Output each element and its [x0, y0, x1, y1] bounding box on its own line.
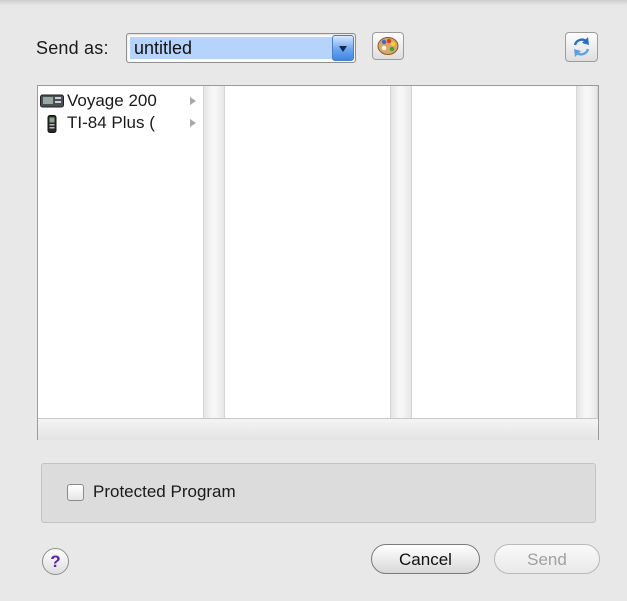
- options-box: Protected Program: [41, 463, 596, 523]
- window-top-edge: [0, 0, 627, 6]
- device-item-voyage-200[interactable]: Voyage 200: [40, 90, 200, 112]
- help-button[interactable]: ?: [42, 548, 69, 575]
- refresh-button[interactable]: [565, 32, 598, 62]
- device-item-ti-84-plus[interactable]: TI-84 Plus (: [40, 112, 200, 134]
- column-resize-handle[interactable]: [576, 86, 598, 418]
- combo-dropdown-button[interactable]: [332, 35, 354, 61]
- disclosure-arrow-icon: [190, 97, 196, 105]
- column-resize-handle[interactable]: [390, 86, 412, 418]
- refresh-icon: [573, 37, 590, 57]
- browser-column-1[interactable]: Voyage 200 TI-84 Plus (: [38, 86, 203, 418]
- browser-column-2[interactable]: [225, 86, 391, 418]
- send-as-input[interactable]: [130, 37, 332, 59]
- device-browser[interactable]: Voyage 200 TI-84 Plus (: [37, 85, 599, 440]
- protected-program-checkbox[interactable]: [67, 484, 84, 501]
- palette-icon: [377, 37, 399, 55]
- send-button[interactable]: Send: [494, 544, 600, 574]
- device-label: Voyage 200: [67, 91, 157, 110]
- column-resize-handle[interactable]: [203, 86, 225, 418]
- cancel-button[interactable]: Cancel: [371, 544, 480, 574]
- device-label: TI-84 Plus (: [67, 113, 155, 132]
- protected-program-label[interactable]: Protected Program: [93, 482, 236, 502]
- horizontal-scrollbar[interactable]: [38, 418, 598, 440]
- send-as-label: Send as:: [36, 38, 109, 58]
- graphing-calculator-icon: [47, 115, 57, 133]
- send-as-combobox[interactable]: [126, 33, 356, 63]
- browser-column-3[interactable]: [412, 86, 576, 418]
- palette-button[interactable]: [372, 32, 404, 60]
- voyage-calculator-icon: [40, 94, 64, 108]
- disclosure-arrow-icon: [190, 119, 196, 127]
